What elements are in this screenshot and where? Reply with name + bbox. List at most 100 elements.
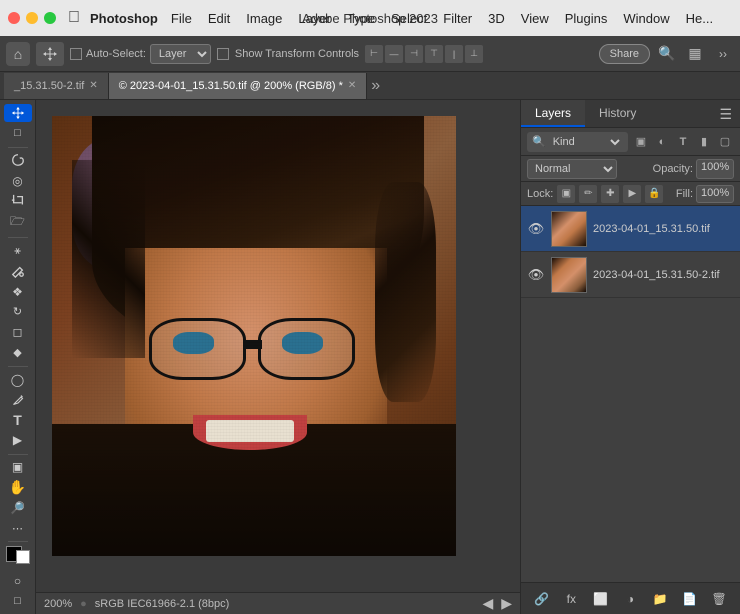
filter-text-icon[interactable]: T: [674, 133, 692, 151]
tab-file2[interactable]: © 2023-04-01_15.31.50.tif @ 200% (RGB/8)…: [109, 73, 368, 99]
filter-smartobj-icon[interactable]: ▢: [716, 133, 734, 151]
tab-more-icon[interactable]: »: [371, 77, 380, 95]
canvas-area: 200% ● sRGB IEC61966-2.1 (8bpc) ◀ ▶: [36, 100, 520, 614]
text-tool[interactable]: T: [4, 411, 32, 429]
align-bottom-icon[interactable]: ⊥: [465, 45, 483, 63]
lock-all-button[interactable]: 🔒: [645, 185, 663, 203]
content-wrapper: □ ◎ 🗁 ⚹ ❖ ↻ ◻ ◆ ◯ T ▶ ▣ ✋ 🔎 ⋯: [0, 100, 740, 614]
move-tool[interactable]: [4, 104, 32, 122]
status-next-icon[interactable]: ▶: [501, 595, 512, 612]
add-mask-button[interactable]: ⬜: [590, 588, 612, 610]
lock-image-button[interactable]: ✏: [579, 185, 597, 203]
color-swatches[interactable]: [6, 546, 30, 564]
hand-tool[interactable]: ✋: [4, 479, 32, 497]
workspace-button[interactable]: ▦: [684, 43, 706, 65]
clone-stamp-tool[interactable]: ❖: [4, 283, 32, 301]
menu-select[interactable]: Select: [384, 7, 434, 30]
align-left-icon[interactable]: ⊢: [365, 45, 383, 63]
fill-value[interactable]: 100%: [696, 185, 734, 203]
zoom-tool[interactable]: 🔎: [4, 499, 32, 517]
pen-tool[interactable]: [4, 391, 32, 409]
minimize-button[interactable]: [26, 12, 38, 24]
menu-window[interactable]: Window: [616, 7, 676, 30]
healing-tool[interactable]: ⚹: [4, 242, 32, 260]
new-layer-button[interactable]: 📄: [679, 588, 701, 610]
align-center-v-icon[interactable]: |: [445, 45, 463, 63]
transform-checkbox[interactable]: [217, 48, 229, 60]
status-prev-icon[interactable]: ◀: [482, 595, 493, 612]
menu-help[interactable]: He...: [679, 7, 720, 30]
eraser-tool[interactable]: ◻: [4, 323, 32, 341]
layer-select[interactable]: Layer Group: [150, 44, 211, 64]
menu-layer[interactable]: Layer: [291, 7, 338, 30]
shape-tool[interactable]: ▣: [4, 458, 32, 476]
menu-3d[interactable]: 3D: [481, 7, 512, 30]
background-color[interactable]: [16, 550, 30, 564]
tab-layers[interactable]: Layers: [521, 100, 585, 127]
delete-layer-button[interactable]: 🗑: [708, 588, 730, 610]
filter-adjust-icon[interactable]: ◐: [653, 133, 671, 151]
filter-shape-icon[interactable]: ▮: [695, 133, 713, 151]
toolbar-separator-3: [8, 366, 28, 367]
filter-pixel-icon[interactable]: ▣: [632, 133, 650, 151]
align-right-icon[interactable]: ⊣: [405, 45, 423, 63]
menu-view[interactable]: View: [514, 7, 556, 30]
auto-select-checkbox[interactable]: [70, 48, 82, 60]
menu-plugins[interactable]: Plugins: [558, 7, 615, 30]
tab-history[interactable]: History: [585, 100, 650, 127]
menu-filter[interactable]: Filter: [436, 7, 479, 30]
eyedropper-tool[interactable]: 🗁: [4, 212, 32, 233]
search-button[interactable]: 🔍: [656, 43, 678, 65]
crop-tool[interactable]: [4, 192, 32, 210]
lasso-tool[interactable]: [4, 151, 32, 169]
home-button[interactable]: ⌂: [6, 42, 30, 66]
screen-mode-btn[interactable]: □: [4, 592, 32, 610]
marquee-tool[interactable]: □: [4, 124, 32, 142]
close-button[interactable]: [8, 12, 20, 24]
align-top-icon[interactable]: ⊤: [425, 45, 443, 63]
brush-tool[interactable]: [4, 262, 32, 280]
kind-search[interactable]: 🔍 Kind Name Effect Mode Attribute Color: [527, 132, 628, 152]
maximize-button[interactable]: [44, 12, 56, 24]
path-select-tool[interactable]: ▶: [4, 431, 32, 449]
opacity-value[interactable]: 100%: [696, 159, 734, 179]
history-brush-tool[interactable]: ↻: [4, 303, 32, 321]
lock-position-button[interactable]: ✚: [601, 185, 619, 203]
kind-filter-select[interactable]: Kind Name Effect Mode Attribute Color: [549, 135, 623, 149]
layer-visibility-button[interactable]: 👁: [527, 266, 545, 284]
window-controls: [8, 12, 56, 24]
layer-item[interactable]: 👁 2023-04-01_15.31.50-2.tif: [521, 252, 740, 298]
lock-pixels-button[interactable]: ▣: [557, 185, 575, 203]
layer-thumbnail: [551, 211, 587, 247]
link-layers-button[interactable]: 🔗: [531, 588, 553, 610]
layer-item[interactable]: 👁 2023-04-01_15.31.50.tif: [521, 206, 740, 252]
extras-tool[interactable]: ⋯: [4, 519, 32, 537]
mask-btn[interactable]: ○: [4, 572, 32, 590]
adjustment-layer-button[interactable]: ◑: [619, 588, 641, 610]
more-options-button[interactable]: ››: [712, 43, 734, 65]
panel-tabs: Layers History ☰: [521, 100, 740, 128]
align-center-h-icon[interactable]: —: [385, 45, 403, 63]
tab-file1[interactable]: _15.31.50-2.tif ✕: [4, 73, 109, 99]
blend-mode-select[interactable]: Normal Dissolve Multiply Screen Overlay: [527, 159, 617, 179]
gradient-tool[interactable]: ◆: [4, 343, 32, 361]
filter-bar: 🔍 Kind Name Effect Mode Attribute Color …: [521, 128, 740, 156]
tab-file1-label: _15.31.50-2.tif: [14, 80, 84, 92]
layer-visibility-button[interactable]: 👁: [527, 220, 545, 238]
tab-bar: _15.31.50-2.tif ✕ © 2023-04-01_15.31.50.…: [0, 72, 740, 100]
move-tool-button[interactable]: [36, 42, 64, 66]
panel-menu-icon[interactable]: ☰: [711, 102, 740, 127]
menu-type[interactable]: Type: [340, 7, 382, 30]
menu-image[interactable]: Image: [239, 7, 289, 30]
tab-file1-close[interactable]: ✕: [89, 80, 97, 91]
share-button[interactable]: Share: [599, 44, 650, 64]
menu-edit[interactable]: Edit: [201, 7, 237, 30]
lock-artboard-button[interactable]: ▶: [623, 185, 641, 203]
layer-fx-button[interactable]: fx: [560, 588, 582, 610]
toolbar-separator-2: [8, 237, 28, 238]
group-layers-button[interactable]: 📁: [649, 588, 671, 610]
tab-file2-close[interactable]: ✕: [348, 80, 356, 91]
menu-file[interactable]: File: [164, 7, 199, 30]
quick-select-tool[interactable]: ◎: [4, 172, 32, 190]
dodge-tool[interactable]: ◯: [4, 370, 32, 388]
